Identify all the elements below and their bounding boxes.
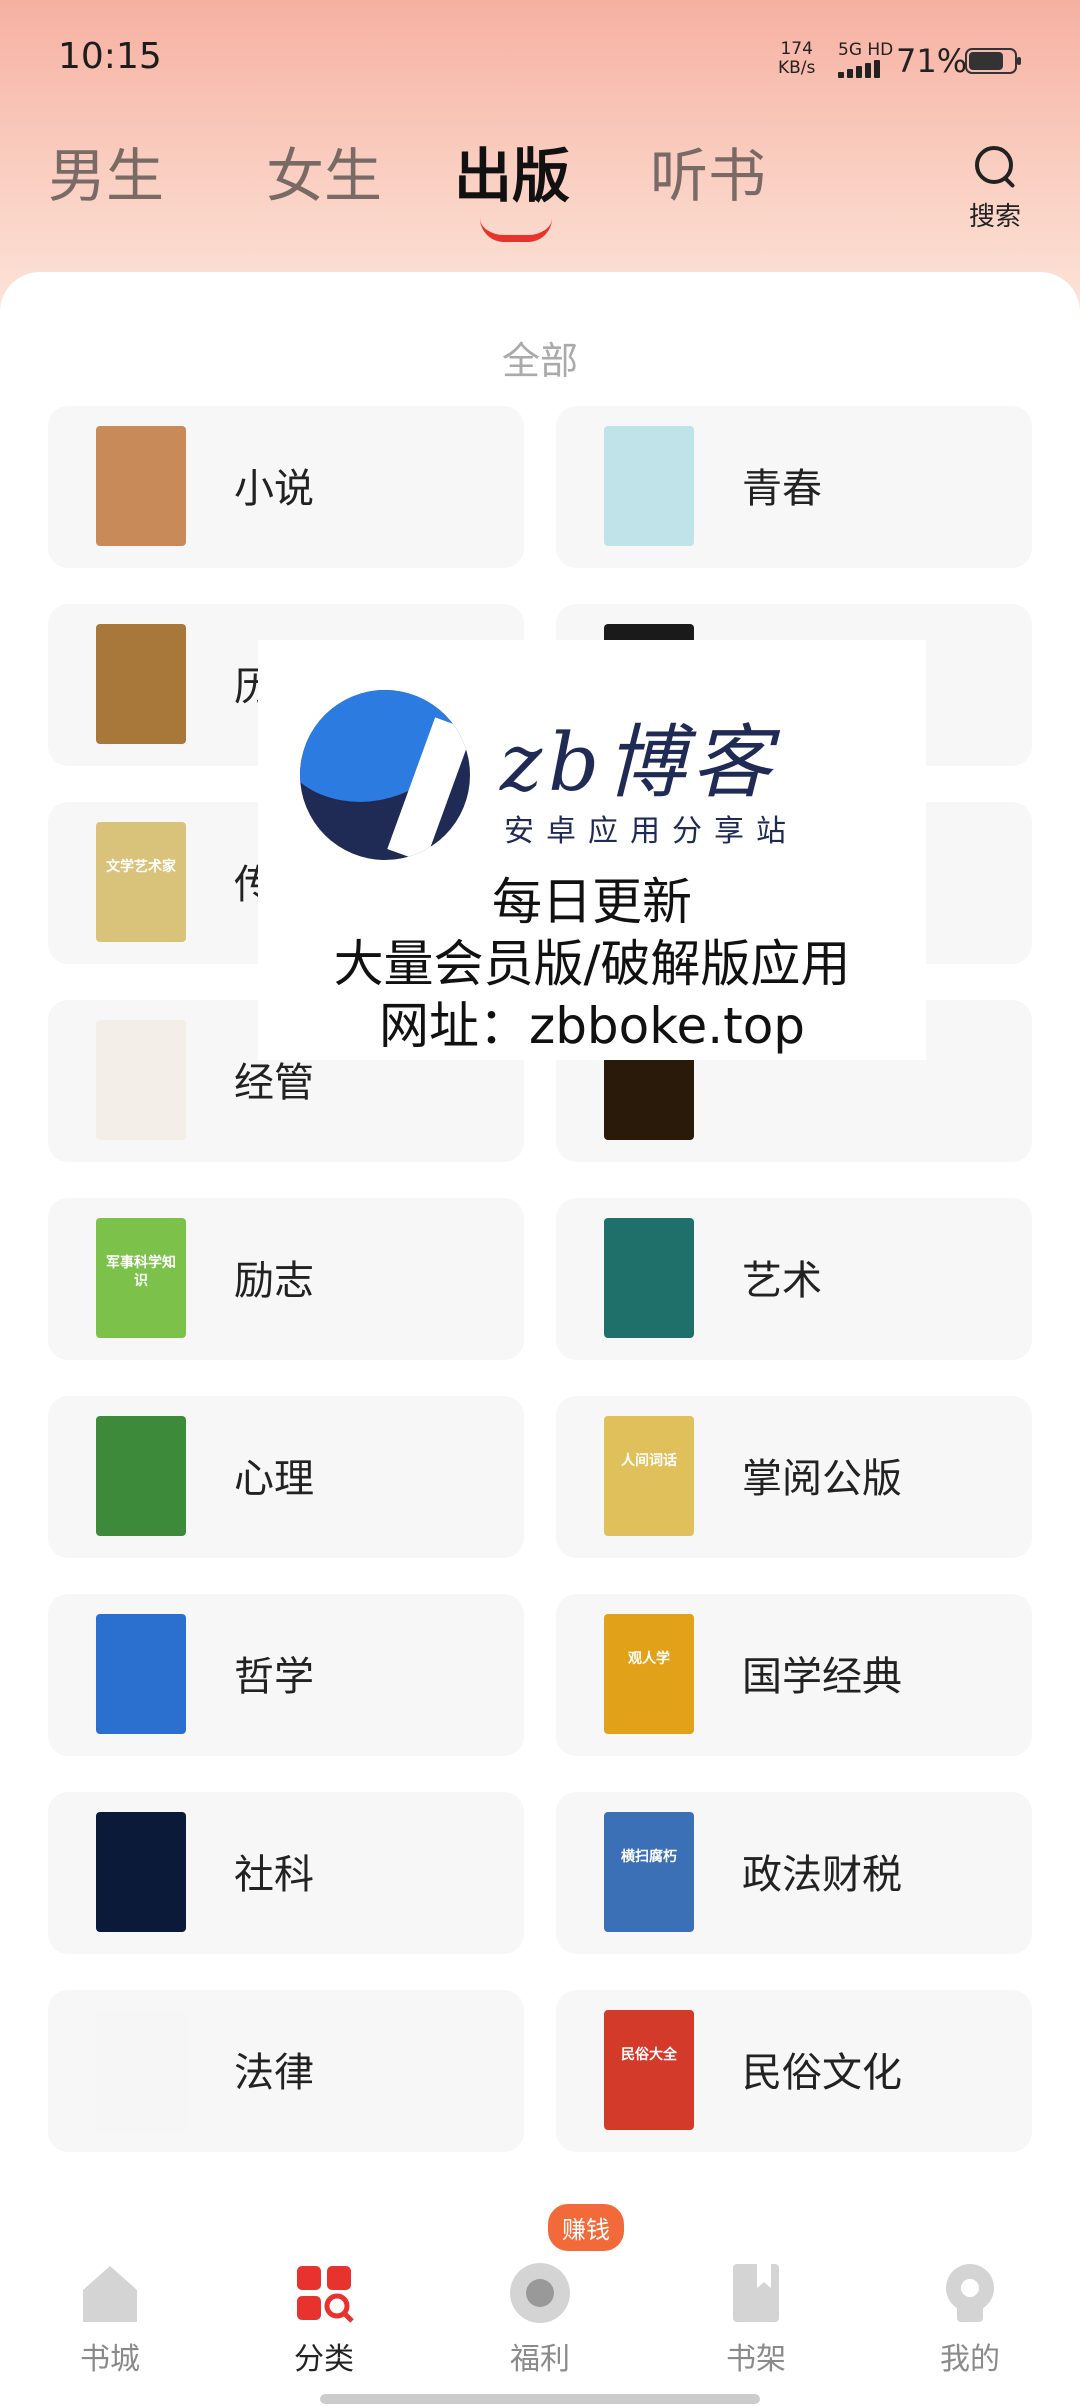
book-cover-image [96,624,186,744]
home-indicator[interactable] [320,2394,760,2404]
book-cover-image: 观人学 [604,1614,694,1734]
nav-welfare[interactable]: 福利 [470,2258,610,2378]
cover-title: 军事科学知识 [106,1255,176,1289]
category-label: 政法财税 [742,1852,902,1898]
nav-category-label: 分类 [294,2342,354,2377]
nav-profile-label: 我的 [940,2342,1000,2377]
category-label: 心理 [234,1456,314,1502]
nav-welfare-label: 福利 [510,2342,570,2377]
signal-icon [838,60,884,78]
category-card[interactable]: 社科 [48,1792,524,1954]
net-speed-unit: KB/s [778,58,816,78]
category-card[interactable]: 青春 [556,406,1032,568]
category-label: 民俗文化 [742,2050,902,2096]
status-time: 10:15 [58,36,162,77]
category-label: 社科 [234,1852,314,1898]
tab-audiobook[interactable]: 听书 [650,140,766,212]
category-card[interactable]: 军事科学知识 励志 [48,1198,524,1360]
cover-title: 人间词话 [621,1453,677,1469]
watermark-overlay: zb博客 安卓应用分享站 每日更新 大量会员版/破解版应用 网址：zbboke.… [258,640,926,1060]
category-label: 掌阅公版 [742,1456,902,1502]
book-cover-image: 横扫腐朽 [604,1812,694,1932]
category-label: 艺术 [742,1258,822,1304]
nav-bookshelf[interactable]: 书架 [686,2258,826,2378]
category-card[interactable]: 人间词话 掌阅公版 [556,1396,1032,1558]
cover-title: 观人学 [628,1651,670,1667]
category-card[interactable]: 小说 [48,406,524,568]
nav-category[interactable]: 分类 [254,2258,394,2378]
book-cover-image [96,426,186,546]
book-cover-image [604,1218,694,1338]
nav-profile[interactable]: 我的 [900,2258,1040,2378]
category-label: 青春 [742,466,822,512]
welfare-icon [505,2258,575,2328]
category-card[interactable]: 心理 [48,1396,524,1558]
book-cover-image: 民俗大全 [604,2010,694,2130]
category-label: 国学经典 [742,1654,902,1700]
book-cover-image: 人间词话 [604,1416,694,1536]
battery-icon [965,48,1021,74]
nav-home-label: 书城 [80,2342,140,2377]
tab-female[interactable]: 女生 [266,140,382,212]
network-type: 5G HD [838,40,894,60]
watermark-subtitle: 安卓应用分享站 [504,814,798,849]
category-card[interactable]: 法律 [48,1990,524,2152]
cover-title: 民俗大全 [621,2047,677,2063]
battery-percent: 71% [896,42,968,80]
category-label: 法律 [234,2050,314,2096]
category-card[interactable]: 艺术 [556,1198,1032,1360]
watermark-logo-icon [300,690,470,860]
category-label: 哲学 [234,1654,314,1700]
book-cover-image [96,1614,186,1734]
category-card[interactable]: 观人学 国学经典 [556,1594,1032,1756]
watermark-line-3: 网址：zbboke.top [378,997,806,1055]
welfare-badge: 赚钱 [548,2204,624,2251]
tab-publish[interactable]: 出版 [454,140,570,212]
home-icon [75,2258,145,2328]
category-card[interactable]: 横扫腐朽 政法财税 [556,1792,1032,1954]
book-cover-image [96,1416,186,1536]
category-label: 励志 [234,1258,314,1304]
nav-bookshelf-label: 书架 [726,2342,786,2377]
status-bar: 10:15 174 KB/s 5G HD 71% [0,0,1080,120]
book-cover-image [96,2010,186,2130]
search-label: 搜索 [968,202,1021,232]
book-cover-image: 文学艺术家 [96,822,186,942]
tab-male[interactable]: 男生 [48,140,164,212]
net-speed: 174 KB/s [778,40,815,78]
cover-title: 横扫腐朽 [621,1849,677,1865]
watermark-brand: zb博客 [500,716,778,809]
category-label: 小说 [234,466,314,512]
section-label: 全部 [501,339,578,383]
category-card[interactable]: 民俗大全 民俗文化 [556,1990,1032,2152]
cover-title: 文学艺术家 [106,859,176,875]
category-card[interactable]: 哲学 [48,1594,524,1756]
category-icon [289,2258,359,2328]
profile-icon [935,2258,1005,2328]
book-cover-image [96,1812,186,1932]
bookshelf-icon [721,2258,791,2328]
search-icon [971,142,1019,190]
book-cover-image [604,426,694,546]
bottom-nav: 书城 分类 福利 书架 我的 [0,2236,1080,2408]
book-cover-image [96,1020,186,1140]
net-speed-value: 174 [780,39,813,59]
book-cover-image: 军事科学知识 [96,1218,186,1338]
nav-home[interactable]: 书城 [40,2258,180,2378]
search-button[interactable]: 搜索 [962,142,1028,233]
